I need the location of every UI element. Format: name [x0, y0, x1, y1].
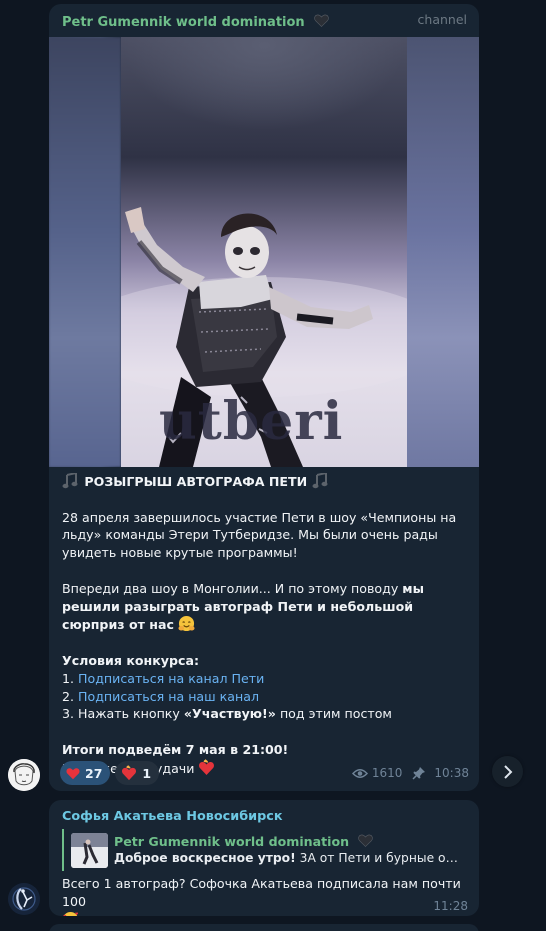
- scroll-to-bottom-button[interactable]: [492, 756, 523, 787]
- reply-snippet-bold: Доброе воскресное утро!: [114, 851, 296, 865]
- musical-notes-icon: [312, 473, 327, 489]
- comment-time: 11:28: [433, 899, 468, 913]
- channel-post: Petr Gumennik world domination channel u…: [49, 4, 479, 791]
- post-meta: 1610 10:38: [351, 766, 469, 780]
- channel-badge: channel: [417, 12, 467, 27]
- subscribe-our-channel-link[interactable]: Подписаться на наш канал: [78, 689, 259, 704]
- paragraph-2-plain: Впереди два шоу в Монголии... И по этому…: [62, 580, 403, 596]
- post-title-line: РОЗЫГРЫШ АВТОГРАФА ПЕТИ: [62, 473, 467, 491]
- figure-skater-avatar-icon: [8, 883, 40, 915]
- post-text: РОЗЫГРЫШ АВТОГРАФА ПЕТИ 28 апреля заверш…: [49, 467, 479, 778]
- heart-on-fire-icon: [122, 765, 137, 781]
- commenter-avatar[interactable]: [8, 883, 40, 915]
- photo-blur-left: [49, 37, 121, 467]
- condition-1: 1. Подписаться на канал Пети: [62, 670, 467, 688]
- reply-channel-row: Petr Gumennik world domination: [114, 833, 464, 850]
- red-heart-icon: [66, 767, 80, 779]
- channel-name[interactable]: Petr Gumennik world domination: [62, 15, 305, 30]
- condition-1-number: 1.: [62, 670, 79, 686]
- channel-name-row[interactable]: Petr Gumennik world domination: [62, 11, 329, 30]
- reaction-count: 27: [85, 765, 103, 781]
- reply-quote[interactable]: Petr Gumennik world domination Доброе во…: [62, 829, 466, 871]
- pin-icon: [412, 767, 426, 780]
- reaction-count: 1: [142, 765, 152, 781]
- channel-avatar[interactable]: [8, 759, 40, 791]
- smiling-face-with-hearts-icon: [63, 911, 79, 916]
- reply-photo-icon: [71, 832, 108, 868]
- results-line: Итоги подведём 7 мая в 21:00!: [62, 741, 289, 757]
- reaction-red-heart[interactable]: 27: [60, 761, 111, 785]
- conditions-heading: Условия конкурса:: [62, 652, 199, 668]
- musical-notes-icon: [62, 473, 78, 489]
- condition-3: 3. Нажать кнопку «Участвую!» под этим по…: [62, 705, 467, 723]
- comment-author[interactable]: Софья Акатьева Новосибирск: [62, 809, 283, 824]
- reply-snippet: Доброе воскресное утро! 3А от Пети и бур…: [114, 850, 464, 867]
- reply-thumbnail: [71, 832, 108, 868]
- sketch-face-icon: [8, 759, 40, 791]
- post-paragraph-2: Впереди два шоу в Монголии... И по этому…: [62, 580, 467, 634]
- reply-content: Petr Gumennik world domination Доброе во…: [114, 833, 464, 867]
- post-header: Petr Gumennik world domination channel: [49, 4, 479, 37]
- comment-message: Софья Акатьева Новосибирск Petr Gumennik…: [49, 800, 479, 916]
- post-footer: 27 1 1610 10:38: [60, 761, 469, 785]
- black-heart-icon: [314, 14, 329, 27]
- condition-3-bold: «Участвую!»: [183, 706, 276, 722]
- comment-text: Всего 1 автограф? Софочка Акатьева подпи…: [62, 875, 462, 916]
- eye-icon: [351, 768, 368, 778]
- next-message-partial: [49, 924, 479, 931]
- condition-3-tail: под этим постом: [275, 706, 392, 722]
- reply-channel-name: Petr Gumennik world domination: [114, 834, 350, 849]
- post-title: РОЗЫГРЫШ АВТОГРАФА ПЕТИ: [84, 474, 308, 489]
- view-count: 1610: [371, 766, 403, 780]
- post-photo[interactable]: utberi: [49, 37, 479, 467]
- hugging-face-icon: [178, 616, 195, 632]
- subscribe-petya-link[interactable]: Подписаться на канал Пети: [78, 671, 264, 686]
- black-heart-icon: [357, 834, 373, 847]
- post-time: 10:38: [434, 766, 469, 780]
- condition-2: 2. Подписаться на наш канал: [62, 688, 467, 706]
- reaction-heart-on-fire[interactable]: 1: [115, 761, 160, 785]
- reply-snippet-rest: 3А от Пети и бурные оваци...: [299, 851, 464, 865]
- comment-body: Всего 1 автограф? Софочка Акатьева подпи…: [62, 876, 461, 909]
- condition-3-plain: 3. Нажать кнопку: [62, 706, 184, 722]
- post-paragraph-1: 28 апреля завершилось участие Пети в шоу…: [62, 509, 457, 561]
- condition-2-number: 2.: [62, 688, 79, 704]
- photo-banner-text: utberi: [159, 391, 344, 452]
- chevron-right-icon: [503, 764, 512, 779]
